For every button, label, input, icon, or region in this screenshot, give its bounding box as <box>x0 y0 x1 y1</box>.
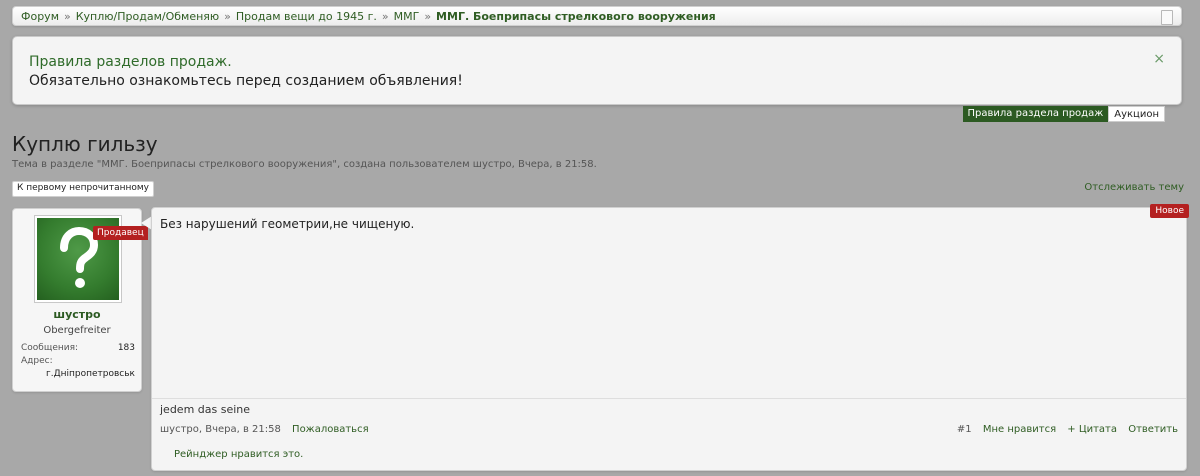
post-message: Новое Без нарушений геометрии,не чищеную… <box>151 204 1189 471</box>
breadcrumb-item-trade[interactable]: Куплю/Продам/Обменяю <box>76 10 219 23</box>
post-actions: #1 Мне нравится + Цитата Ответить <box>957 424 1178 435</box>
signature-divider <box>152 398 1186 399</box>
reply-button[interactable]: Ответить <box>1128 424 1178 435</box>
close-icon[interactable]: × <box>1153 51 1165 67</box>
address-label: Адрес: <box>21 356 53 366</box>
post-author-date[interactable]: шустро, Вчера, в 21:58 <box>160 424 281 435</box>
user-card: Продавец шустро Obergefreiter Сообщения:… <box>12 208 148 392</box>
section-tabs: Правила раздела продаж Аукцион <box>962 106 1165 122</box>
breadcrumb-item-mmg[interactable]: ММГ <box>394 10 420 23</box>
breadcrumb-separator: » <box>224 10 231 23</box>
tab-auction[interactable]: Аукцион <box>1108 106 1165 122</box>
report-link[interactable]: Пожаловаться <box>292 424 369 435</box>
breadcrumb-separator: » <box>381 10 389 23</box>
post-text: Без нарушений геометрии,не чищеную. <box>160 217 415 231</box>
messages-label: Сообщения: <box>21 343 79 353</box>
rules-notice: Правила разделов продаж. Обязательно озн… <box>12 36 1182 105</box>
new-badge: Новое <box>1150 204 1189 218</box>
notice-title: Правила разделов продаж. <box>29 54 232 70</box>
likes-summary[interactable]: Рейнджер нравится это. <box>174 449 303 460</box>
messages-count[interactable]: 183 <box>118 343 135 353</box>
breadcrumb-item-forum[interactable]: Форум <box>21 10 59 23</box>
first-unread-button[interactable]: К первому непрочитанному <box>12 181 155 197</box>
breadcrumb-current[interactable]: ММГ. Боеприпасы стрелкового вооружения <box>436 10 716 23</box>
post-meta: шустро, Вчера, в 21:58 Пожаловаться <box>160 424 369 435</box>
breadcrumb-separator: » <box>64 10 71 23</box>
avatar-frame[interactable]: Продавец <box>34 215 148 303</box>
breadcrumb: Форум » Куплю/Продам/Обменяю » Продам вещи д… <box>12 6 1182 26</box>
breadcrumb-separator: » <box>424 10 432 23</box>
notice-text: Обязательно ознакомьтесь перед созданием… <box>29 73 463 89</box>
watch-thread-link[interactable]: Отслеживать тему <box>1084 182 1184 193</box>
seller-badge: Продавец <box>93 226 148 240</box>
like-button[interactable]: Мне нравится <box>983 424 1056 435</box>
username-link[interactable]: шустро <box>13 308 141 321</box>
thread-description: Тема в разделе "ММГ. Боеприпасы стрелков… <box>12 159 597 170</box>
tab-sales-rules[interactable]: Правила раздела продаж <box>962 106 1109 122</box>
document-icon[interactable] <box>1161 10 1173 25</box>
address-value: г.Днiпропетровськ <box>46 369 135 379</box>
post-number[interactable]: #1 <box>957 424 972 435</box>
breadcrumb-item-sell-1945[interactable]: Продам вещи до 1945 г. <box>236 10 377 23</box>
page-title: Куплю гильзу <box>12 132 158 156</box>
quote-button[interactable]: + Цитата <box>1067 424 1117 435</box>
post-signature: jedem das seine <box>160 403 251 416</box>
user-title: Obergefreiter <box>43 325 111 336</box>
